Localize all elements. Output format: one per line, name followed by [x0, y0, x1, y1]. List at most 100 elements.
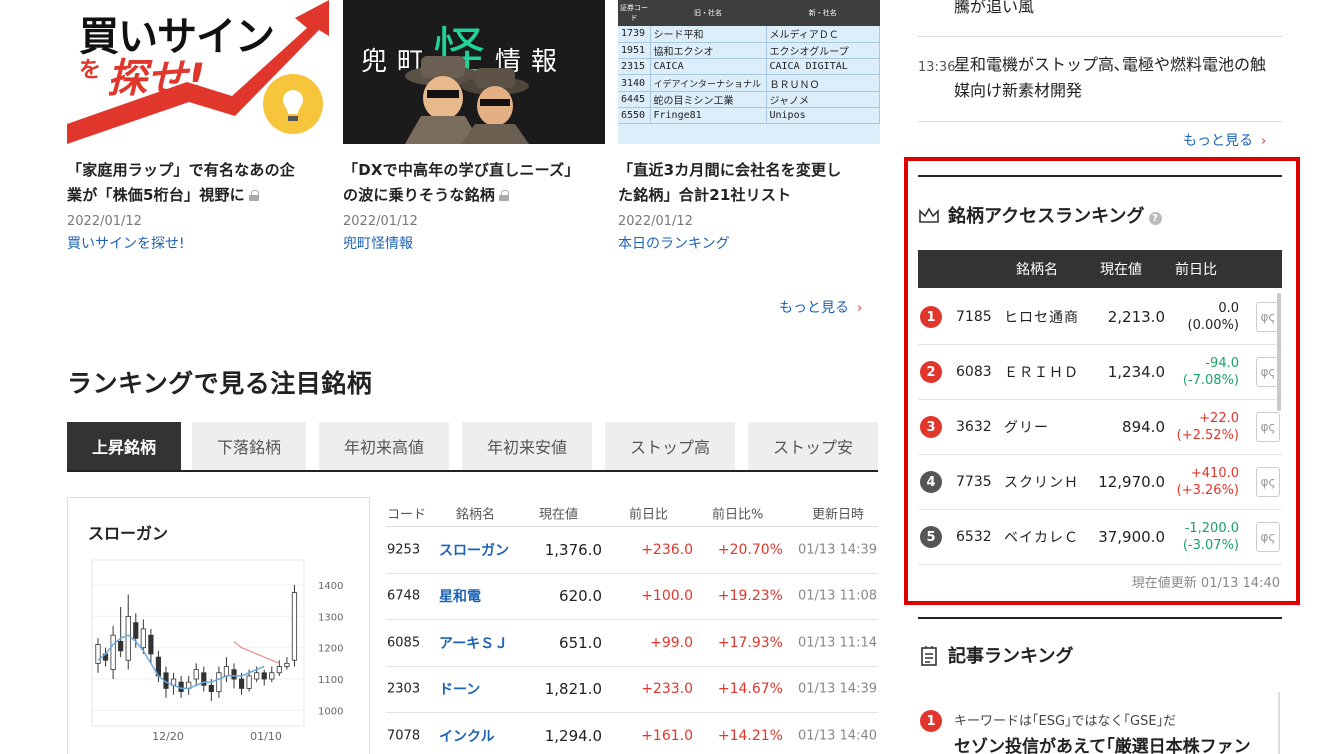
stock-name-link[interactable]: ドーン — [439, 679, 480, 699]
stock-name[interactable]: ベイカレＣ — [1004, 527, 1079, 547]
stock-name[interactable]: スクリンＨ — [1004, 472, 1079, 492]
ranking-row[interactable]: 5 6532 ベイカレＣ 37,900.0 -1,200.0 (-3.07%) φ… — [918, 510, 1282, 565]
table-row[interactable]: 2303 ドーン 1,821.0 +233.0 +14.67% 01/13 14:39 — [386, 667, 878, 713]
more-link[interactable]: もっと見る › — [1183, 130, 1266, 150]
table-cell: 3140 — [618, 74, 651, 92]
gainers-table: コード 銘柄名 現在値 前日比 前日比% 更新日時 9253 スローガン 1,376… — [386, 500, 878, 754]
divider — [918, 36, 1282, 37]
price-change-percent: +14.67% — [717, 681, 783, 698]
stock-name-link[interactable]: スローガン — [439, 540, 509, 560]
chart-icon[interactable]: φς — [1256, 522, 1280, 552]
rank-badge: 1 — [920, 306, 942, 328]
article-category-link[interactable]: 本日のランキング — [618, 233, 880, 253]
table-cell: 協和エクシオ — [650, 42, 767, 60]
y-tick-label: 1200 — [318, 644, 343, 655]
article-ranking-item[interactable]: 1 キーワードは｢ESG｣ではなく｢GSE｣だ セゾン投信があえて｢厳選日本株フ… — [918, 692, 1280, 754]
table-row[interactable]: 6085 アーキＳＪ 651.0 +99.0 +17.93% 01/13 11:14 — [386, 620, 878, 667]
stock-name[interactable]: ヒロセ通商 — [1004, 307, 1079, 327]
table-row: 1951 協和エクシオ エクシオグループ — [618, 42, 880, 60]
chevron-right-icon: › — [857, 301, 863, 316]
ranking-header: 銘柄名 現在値 前日比 — [918, 250, 1282, 288]
table-cell: CAICA DIGITAL — [766, 58, 880, 76]
lock-icon — [248, 190, 259, 201]
article-title[interactable]: 「家庭用ラップ」で有名なあの企 業が「株価5桁台」視野に — [67, 158, 329, 208]
tab-falling[interactable]: 下落銘柄 — [192, 422, 306, 470]
price-change-percent: +14.21% — [717, 727, 783, 744]
rank-badge: 1 — [920, 710, 942, 732]
tab-stop-low[interactable]: ストップ安 — [748, 422, 878, 470]
ranking-row[interactable]: 4 7735 スクリンＨ 12,970.0 +410.0 (+3.26%) φς — [918, 455, 1282, 510]
stock-price: 37,900.0 — [1098, 528, 1165, 546]
price-change: +99.0 — [650, 634, 693, 651]
y-tick-label: 1000 — [318, 706, 343, 717]
table-cell: 蛇の目ミシン工業 — [650, 91, 767, 108]
ranking-row[interactable]: 2 6083 ＥＲＩＨＤ 1,234.0 -94.0 (-7.08%) φς — [918, 345, 1282, 400]
detectives-illustration — [405, 56, 529, 144]
document-icon — [921, 646, 937, 666]
stock-chart-card[interactable]: スローガン 1000 1100 1200 1300 1400 12/20 01/10 — [67, 497, 370, 754]
stock-price: 2,213.0 — [1107, 308, 1165, 326]
tab-rising[interactable]: 上昇銘柄 — [67, 422, 181, 470]
article-thumbnail[interactable]: 証券コード 旧・社名 新・社名 1739 シード平和 メルディアＤＣ 1951 協和エク… — [618, 0, 880, 144]
stock-name[interactable]: グリー — [1004, 417, 1049, 437]
table-cell: イデアインターナショナル — [650, 74, 767, 92]
article-category-link[interactable]: 買いサインを探せ! — [67, 233, 329, 253]
update-time: 01/13 14:39 — [797, 681, 877, 697]
update-time: 01/13 11:14 — [797, 635, 877, 651]
candle-body — [133, 622, 139, 639]
stock-price: 1,234.0 — [1107, 363, 1165, 381]
article-card[interactable]: 証券コード 旧・社名 新・社名 1739 シード平和 メルディアＤＣ 1951 協和エク… — [618, 0, 880, 253]
news-text: 星和電機がストップ高､電極や燃料電池の触媒向け新素材開発 — [954, 55, 1267, 100]
table-cell: ジャノメ — [766, 91, 880, 108]
stock-name-link[interactable]: 星和電 — [439, 586, 481, 606]
help-icon[interactable]: ? — [1148, 212, 1162, 225]
stock-name[interactable]: ＥＲＩＨＤ — [1004, 362, 1079, 382]
table-row[interactable]: 7078 インクル 1,294.0 +161.0 +14.21% 01/13 14:40 — [386, 713, 878, 754]
news-text: 騰が追い風 — [954, 0, 1035, 16]
more-link[interactable]: もっと見る › — [779, 297, 862, 317]
table-row[interactable]: 6748 星和電 620.0 +100.0 +19.23% 01/13 11:08 — [386, 574, 878, 620]
chevron-right-icon: › — [1261, 134, 1267, 149]
rank-badge: 4 — [920, 471, 942, 493]
scrollbar[interactable] — [1277, 293, 1281, 411]
table-row[interactable]: 9253 スローガン 1,376.0 +236.0 +20.70% 01/13 14:39 — [386, 527, 878, 574]
article-category-link[interactable]: 兜町怪情報 — [343, 233, 605, 253]
stock-code: 7735 — [956, 474, 992, 490]
price-change-percent: +20.70% — [717, 541, 783, 558]
article-card[interactable]: 兜町怪情報 「DXで中高年の学び直しニーズ」 の波に乗りそうな銘柄 2022/01… — [343, 0, 605, 253]
stock-name-link[interactable]: アーキＳＪ — [439, 633, 508, 653]
candle-body — [125, 615, 131, 661]
table-cell: 6550 — [618, 107, 651, 125]
article-title[interactable]: 「直近3カ月間に会社名を変更し た銘柄」合計21社リスト — [618, 158, 880, 208]
stock-code: 6748 — [387, 588, 421, 604]
thumb-text: 探せ! — [107, 56, 206, 102]
rank-badge: 2 — [920, 361, 942, 383]
price-change-percent: +17.93% — [717, 634, 783, 651]
news-time: 13:36 — [918, 60, 956, 75]
candle-body — [118, 641, 124, 652]
article-thumbnail[interactable]: 兜町怪情報 — [343, 0, 605, 144]
stock-name-link[interactable]: インクル — [439, 726, 495, 746]
article-headline: セゾン投信があえて｢厳選日本株ファン — [954, 737, 1251, 754]
stock-code: 2303 — [387, 681, 421, 697]
article-thumbnail[interactable]: 買いサイン を 探せ! — [67, 0, 329, 144]
candle-body — [95, 644, 101, 664]
tab-year-low[interactable]: 年初来安値 — [462, 422, 592, 470]
table-row: 1739 シード平和 メルディアＤＣ — [618, 26, 880, 43]
tab-year-high[interactable]: 年初来高値 — [319, 422, 449, 470]
chart-icon[interactable]: φς — [1256, 467, 1280, 497]
stock-code: 7078 — [387, 728, 421, 744]
price-change: +410.0 (+3.26%) — [1176, 466, 1239, 498]
ranking-row[interactable]: 1 7185 ヒロセ通商 2,213.0 0.0 (0.00%) φς — [918, 290, 1282, 345]
update-time: 01/13 14:39 — [797, 542, 877, 558]
chart-icon[interactable]: φς — [1256, 412, 1280, 442]
price-change: 0.0 (0.00%) — [1187, 301, 1239, 333]
candle-body — [246, 675, 252, 689]
stock-price: 894.0 — [1122, 418, 1165, 436]
article-title[interactable]: 「DXで中高年の学び直しニーズ」 の波に乗りそうな銘柄 — [343, 158, 605, 208]
ranking-row[interactable]: 3 3632 グリー 894.0 +22.0 (+2.52%) φς — [918, 400, 1282, 455]
article-card[interactable]: 買いサイン を 探せ! 「家庭用ラップ」で有名なあの企 業が「株価5桁台」視野に … — [67, 0, 329, 253]
stock-code: 7185 — [956, 309, 992, 325]
candle-body — [178, 681, 184, 692]
tab-stop-high[interactable]: ストップ高 — [605, 422, 735, 470]
